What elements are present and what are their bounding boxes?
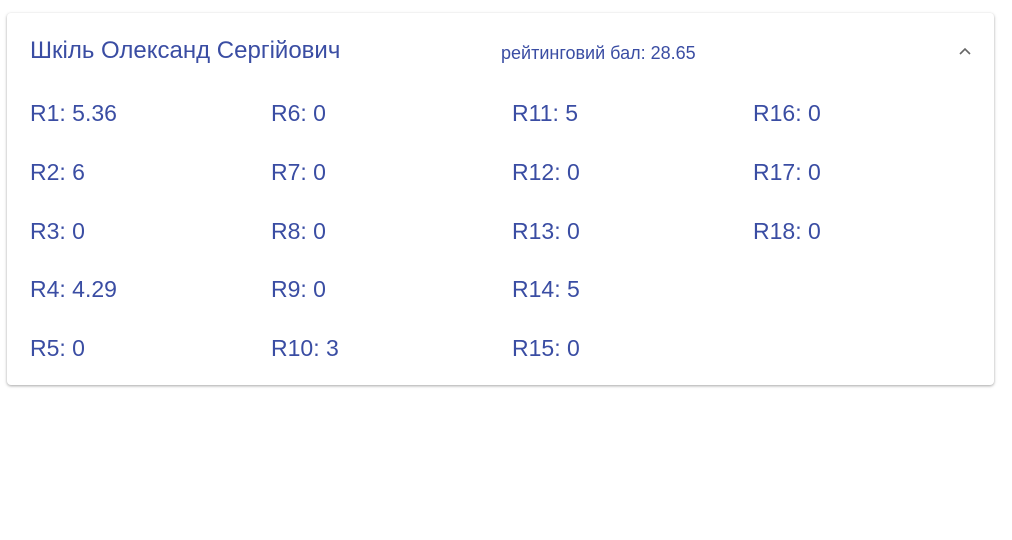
score-item: R6: 0 (271, 100, 326, 126)
score-item: R16: 0 (753, 100, 821, 126)
score-item: R7: 0 (271, 159, 326, 185)
score-item: R10: 3 (271, 335, 339, 361)
score-item: R9: 0 (271, 276, 326, 302)
rating-score: рейтинговий бал: 28.65 (501, 43, 696, 63)
score-item: R13: 0 (512, 218, 580, 244)
student-card: Шкіль Олександ Сергійович рейтинговий ба… (7, 13, 994, 385)
collapse-button[interactable] (951, 39, 979, 63)
score-item: R3: 0 (30, 218, 85, 244)
chevron-up-icon (959, 47, 971, 55)
score-item: R4: 4.29 (30, 276, 117, 302)
score-item: R18: 0 (753, 218, 821, 244)
card-header[interactable]: Шкіль Олександ Сергійович рейтинговий ба… (7, 13, 994, 89)
score-item: R15: 0 (512, 335, 580, 361)
score-item: R14: 5 (512, 276, 580, 302)
score-item: R2: 6 (30, 159, 85, 185)
score-item: R17: 0 (753, 159, 821, 185)
score-item: R11: 5 (512, 100, 579, 126)
score-item: R5: 0 (30, 335, 85, 361)
student-name: Шкіль Олександ Сергійович (30, 37, 341, 64)
score-item: R1: 5.36 (30, 100, 117, 126)
score-item: R8: 0 (271, 218, 326, 244)
score-item: R12: 0 (512, 159, 580, 185)
